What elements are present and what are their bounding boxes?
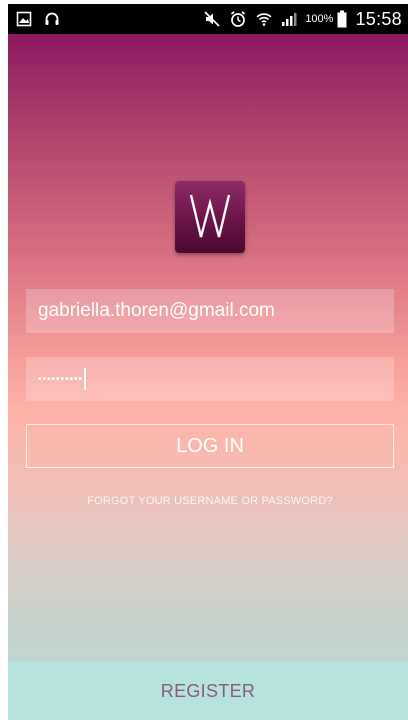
login-button[interactable]: LOG IN <box>26 424 394 468</box>
password-field[interactable]: •••••••••• <box>26 357 394 401</box>
battery-percent: 100% <box>305 13 334 25</box>
headset-icon <box>44 11 60 27</box>
w-logo-icon <box>189 194 231 238</box>
status-right-icons: 100% 15:58 <box>203 9 402 30</box>
app-logo <box>175 181 245 253</box>
status-bar: 100% 15:58 <box>8 4 408 34</box>
email-field-value: gabriella.thoren@gmail.com <box>38 300 275 321</box>
alarm-icon <box>229 10 247 28</box>
battery-icon <box>337 10 347 28</box>
text-cursor <box>84 368 87 390</box>
status-left-icons <box>16 11 60 27</box>
mute-icon <box>203 10 221 28</box>
status-clock: 15:58 <box>355 8 402 29</box>
password-field-value: •••••••••• <box>38 373 84 385</box>
forgot-credentials-link[interactable]: FORGOT YOUR USERNAME OR PASSWORD? <box>26 495 394 507</box>
phone-screen: 100% 15:58 gabriella.thoren@gmail.com ••… <box>0 0 408 720</box>
signal-icon <box>281 11 297 27</box>
register-button[interactable]: REGISTER <box>8 662 408 720</box>
wifi-icon <box>255 10 273 28</box>
image-notification-icon <box>16 11 32 27</box>
email-field[interactable]: gabriella.thoren@gmail.com <box>26 289 394 333</box>
